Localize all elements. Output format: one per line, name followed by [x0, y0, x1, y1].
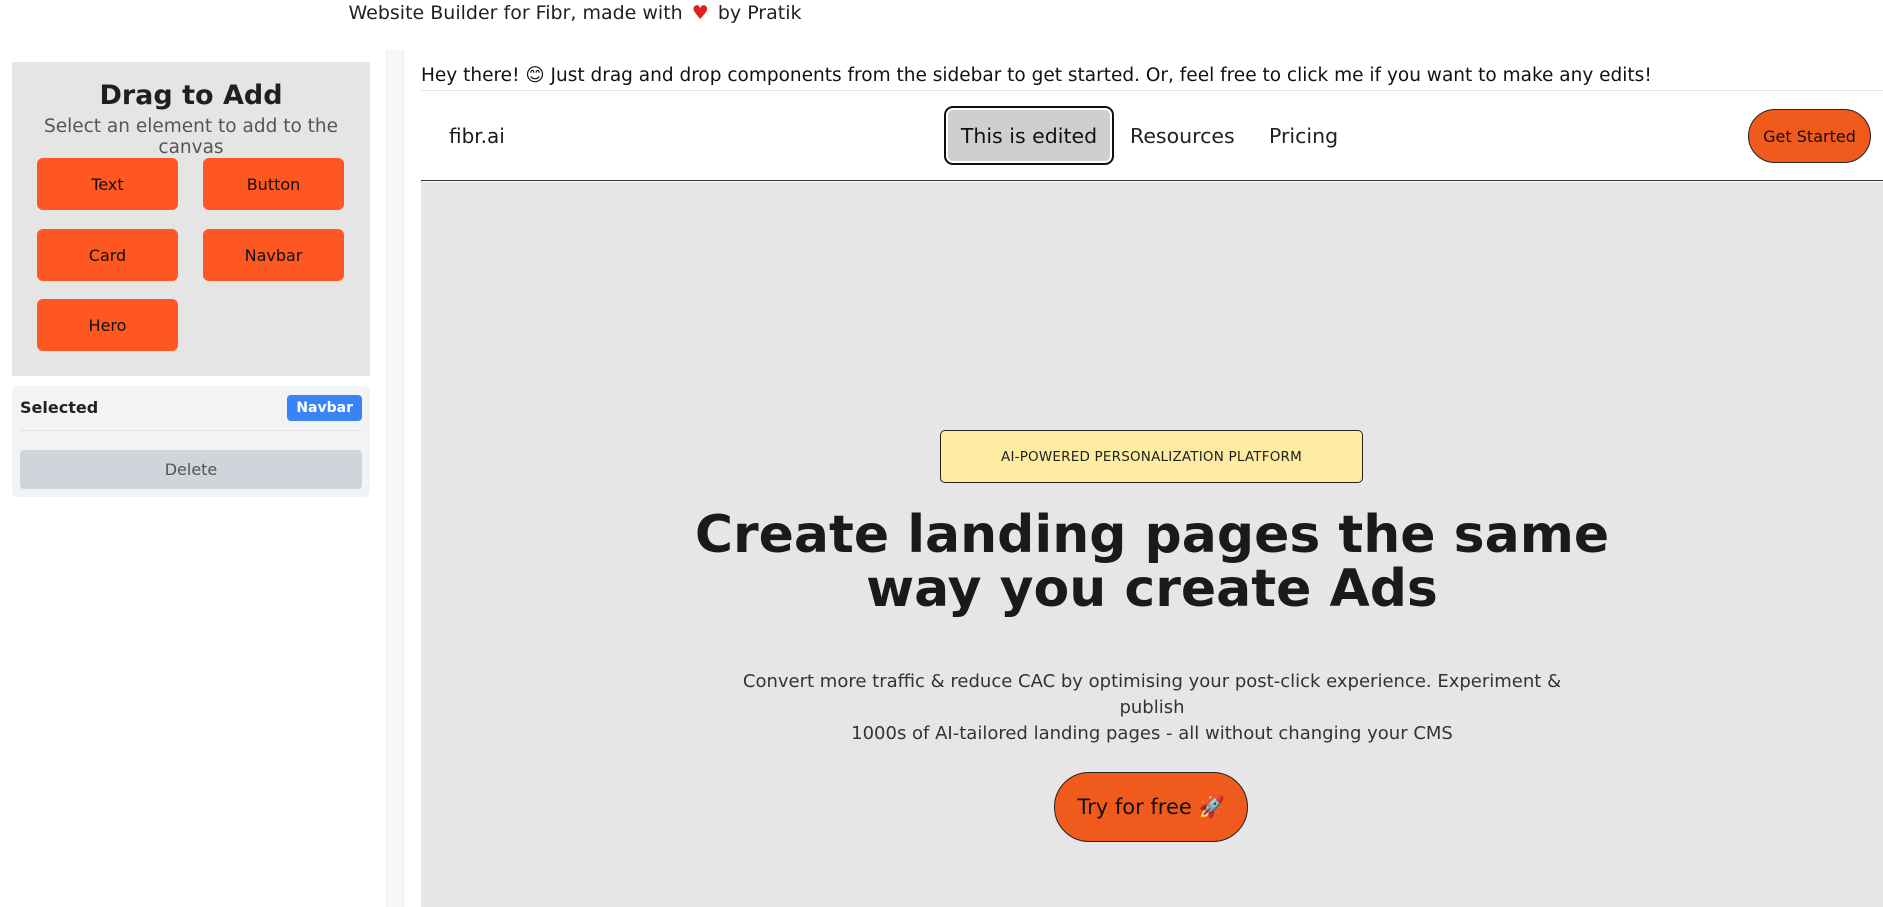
credit-prefix: Website Builder for Fibr, made with	[348, 2, 683, 24]
palette-subtitle: Select an element to add to the canvas	[43, 116, 339, 158]
add-text-button[interactable]: Text	[37, 158, 178, 210]
hero-badge[interactable]: AI-POWERED PERSONALIZATION PLATFORM	[940, 430, 1363, 483]
palette-title: Drag to Add	[99, 80, 283, 111]
navbar-logo[interactable]: fibr.ai	[449, 124, 505, 148]
credit-suffix: by Pratik	[717, 2, 802, 24]
canvas-navbar[interactable]: fibr.ai This is edited Resources Pricing…	[421, 91, 1883, 181]
heart-icon: ♥	[691, 2, 709, 24]
hero-title[interactable]: Create landing pages the same way you cr…	[671, 508, 1633, 616]
builder-credit: Website Builder for Fibr, made with ♥ by…	[0, 2, 1150, 24]
component-palette: Drag to Add Select an element to add to …	[12, 62, 370, 376]
selection-panel: Selected Navbar Delete	[12, 386, 370, 497]
hero-description[interactable]: Convert more traffic & reduce CAC by opt…	[721, 669, 1583, 747]
canvas-hint[interactable]: Hey there! 😊 Just drag and drop componen…	[421, 65, 1652, 86]
selected-type-badge: Navbar	[287, 395, 362, 421]
hero-description-line1: Convert more traffic & reduce CAC by opt…	[742, 671, 1562, 718]
canvas-hero[interactable]: AI-POWERED PERSONALIZATION PLATFORM Crea…	[421, 182, 1883, 907]
nav-link-resources[interactable]: Resources	[1130, 124, 1235, 148]
add-hero-button[interactable]: Hero	[37, 299, 178, 351]
nav-link-edited[interactable]: This is edited	[944, 106, 1114, 165]
add-card-button[interactable]: Card	[37, 229, 178, 281]
try-for-free-button[interactable]: Try for free 🚀	[1054, 772, 1248, 842]
get-started-button[interactable]: Get Started	[1748, 109, 1871, 163]
delete-button[interactable]: Delete	[20, 450, 362, 489]
nav-link-pricing[interactable]: Pricing	[1269, 124, 1338, 148]
selected-label: Selected	[20, 398, 99, 417]
add-button-button[interactable]: Button	[203, 158, 344, 210]
hero-title-line2: way you create Ads	[866, 559, 1438, 619]
panel-divider[interactable]	[386, 50, 404, 907]
add-navbar-button[interactable]: Navbar	[203, 229, 344, 281]
hero-description-line2: 1000s of AI-tailored landing pages - all…	[851, 723, 1453, 744]
hero-title-line1: Create landing pages the same	[694, 505, 1610, 565]
selection-divider	[20, 430, 362, 431]
